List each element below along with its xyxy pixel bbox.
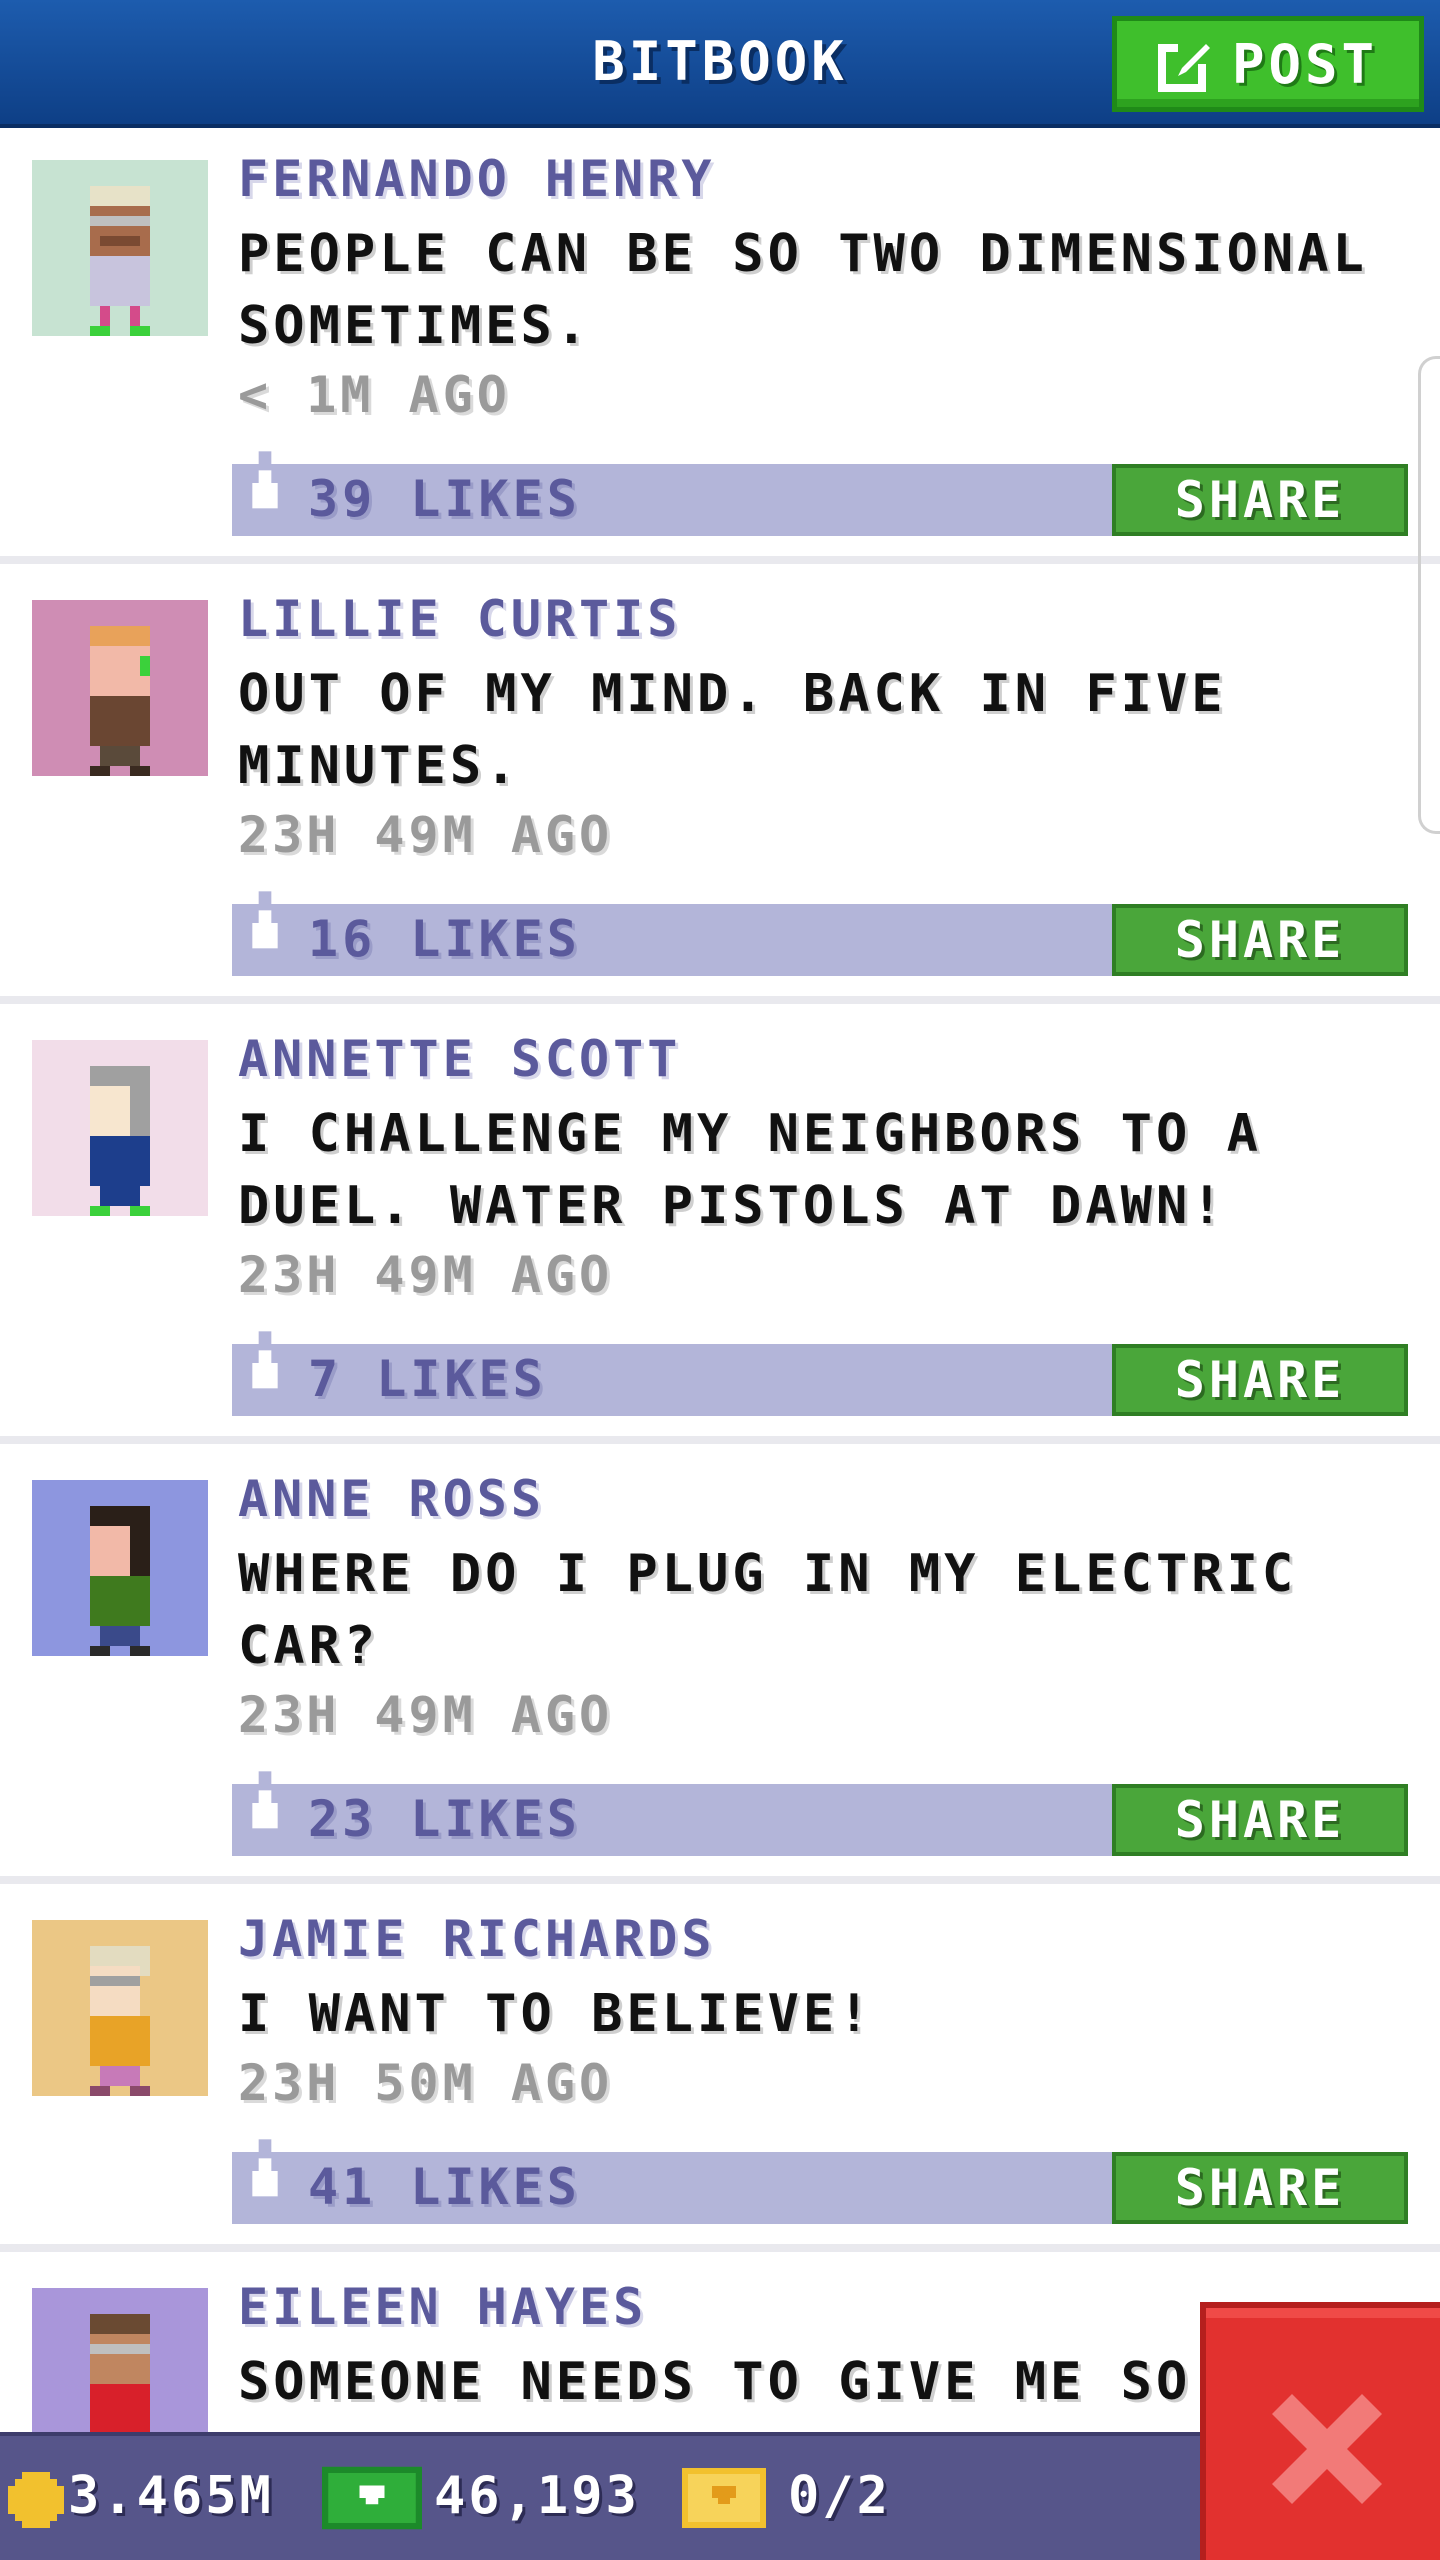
post-time: 23H 49M AGO xyxy=(238,1686,614,1744)
post-time: < 1M AGO xyxy=(238,366,511,424)
bux-icon xyxy=(322,2466,422,2530)
avatar-figure xyxy=(90,1506,150,1656)
post-author[interactable]: ANNE ROSS xyxy=(238,1470,545,1528)
bux-count: 46,193 xyxy=(434,2466,640,2526)
thumb-up-icon xyxy=(252,451,278,509)
avatar[interactable] xyxy=(32,160,208,336)
post-button[interactable]: POST xyxy=(1112,16,1424,112)
post-message: OUT OF MY MIND. BACK IN FIVE MINUTES. xyxy=(238,664,1227,796)
like-count: 23 LIKES xyxy=(308,1790,581,1848)
feed-post: LILLIE CURTIS OUT OF MY MIND. BACK IN FI… xyxy=(0,572,1440,1004)
post-author[interactable]: FERNANDO HENRY xyxy=(238,150,715,208)
avatar-figure xyxy=(90,626,150,776)
feed-post: JAMIE RICHARDS I WANT TO BELIEVE! 23H 50… xyxy=(0,1892,1440,2252)
avatar-figure xyxy=(90,1946,150,2096)
like-bar[interactable]: 16 LIKES SHARE xyxy=(232,891,1408,976)
like-bar[interactable]: 39 LIKES SHARE xyxy=(232,451,1408,536)
app-header: BITBOOK POST xyxy=(0,0,1440,128)
like-count: 7 LIKES xyxy=(308,1350,547,1408)
post-time: 23H 49M AGO xyxy=(238,806,614,864)
thumb-up-icon xyxy=(252,1331,278,1389)
avatar-figure xyxy=(90,186,150,336)
thumb-up-icon xyxy=(252,2139,278,2197)
feed-post: FERNANDO HENRY PEOPLE CAN BE SO TWO DIME… xyxy=(0,132,1440,564)
post-time: 23H 50M AGO xyxy=(238,2054,614,2112)
close-button[interactable] xyxy=(1200,2302,1440,2560)
coin-count: 3.465M xyxy=(68,2466,274,2526)
share-button[interactable]: SHARE xyxy=(1112,904,1408,976)
like-count: 41 LIKES xyxy=(308,2158,581,2216)
post-author[interactable]: JAMIE RICHARDS xyxy=(238,1910,715,1968)
post-message: WHERE DO I PLUG IN MY ELECTRIC CAR? xyxy=(238,1544,1298,1676)
like-bar[interactable]: 23 LIKES SHARE xyxy=(232,1771,1408,1856)
like-count: 39 LIKES xyxy=(308,470,581,528)
post-message: I CHALLENGE MY NEIGHBORS TO A DUEL. WATE… xyxy=(238,1104,1262,1236)
ticket-count: 0/2 xyxy=(788,2466,891,2526)
share-button[interactable]: SHARE xyxy=(1112,1784,1408,1856)
post-button-label: POST xyxy=(1231,32,1379,96)
thumb-up-icon xyxy=(252,1771,278,1829)
avatar[interactable] xyxy=(32,2288,208,2432)
post-author[interactable]: EILEEN HAYES xyxy=(238,2278,647,2336)
share-button[interactable]: SHARE xyxy=(1112,1344,1408,1416)
coin-icon xyxy=(8,2472,64,2528)
close-icon xyxy=(1272,2394,1382,2504)
share-button[interactable]: SHARE xyxy=(1112,2152,1408,2224)
scroll-indicator[interactable] xyxy=(1418,356,1440,834)
avatar[interactable] xyxy=(32,1920,208,2096)
avatar[interactable] xyxy=(32,600,208,776)
post-author[interactable]: ANNETTE SCOTT xyxy=(238,1030,681,1088)
like-bar[interactable]: 7 LIKES SHARE xyxy=(232,1331,1408,1416)
post-author[interactable]: LILLIE CURTIS xyxy=(238,590,681,648)
feed-post: ANNE ROSS WHERE DO I PLUG IN MY ELECTRIC… xyxy=(0,1452,1440,1884)
post-message: PEOPLE CAN BE SO TWO DIMENSIONAL SOMETIM… xyxy=(238,224,1368,356)
avatar[interactable] xyxy=(32,1040,208,1216)
thumb-up-icon xyxy=(252,891,278,949)
like-bar[interactable]: 41 LIKES SHARE xyxy=(232,2139,1408,2224)
avatar-figure xyxy=(90,1066,150,1216)
like-count: 16 LIKES xyxy=(308,910,581,968)
avatar-figure xyxy=(90,2314,150,2432)
feed-post: ANNETTE SCOTT I CHALLENGE MY NEIGHBORS T… xyxy=(0,1012,1440,1444)
edit-icon xyxy=(1157,40,1210,92)
feed-list[interactable]: FERNANDO HENRY PEOPLE CAN BE SO TWO DIME… xyxy=(0,132,1440,2432)
post-message: I WANT TO BELIEVE! xyxy=(238,1984,874,2044)
share-button[interactable]: SHARE xyxy=(1112,464,1408,536)
post-time: 23H 49M AGO xyxy=(238,1246,614,1304)
ticket-icon xyxy=(682,2468,766,2528)
avatar[interactable] xyxy=(32,1480,208,1656)
